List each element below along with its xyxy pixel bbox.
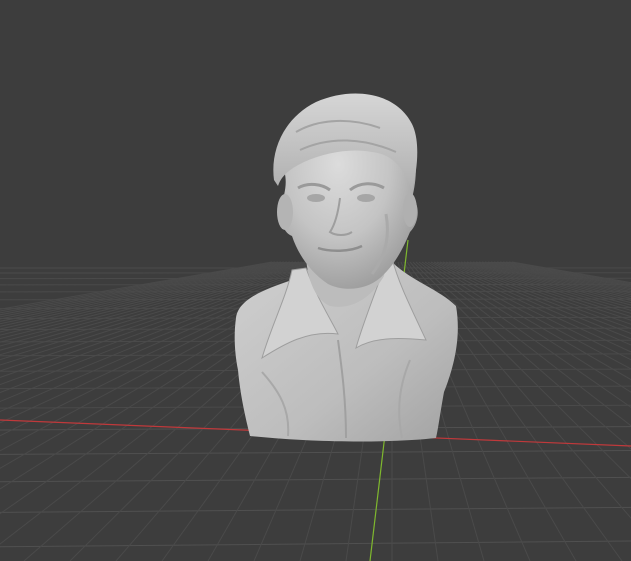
viewport-canvas[interactable] bbox=[0, 0, 631, 561]
3d-viewport[interactable] bbox=[0, 0, 631, 561]
bust-ear-right bbox=[403, 193, 417, 227]
bust-eye-right bbox=[357, 194, 375, 202]
bust-eye-left bbox=[307, 194, 325, 202]
bust-ear-left bbox=[277, 194, 293, 230]
